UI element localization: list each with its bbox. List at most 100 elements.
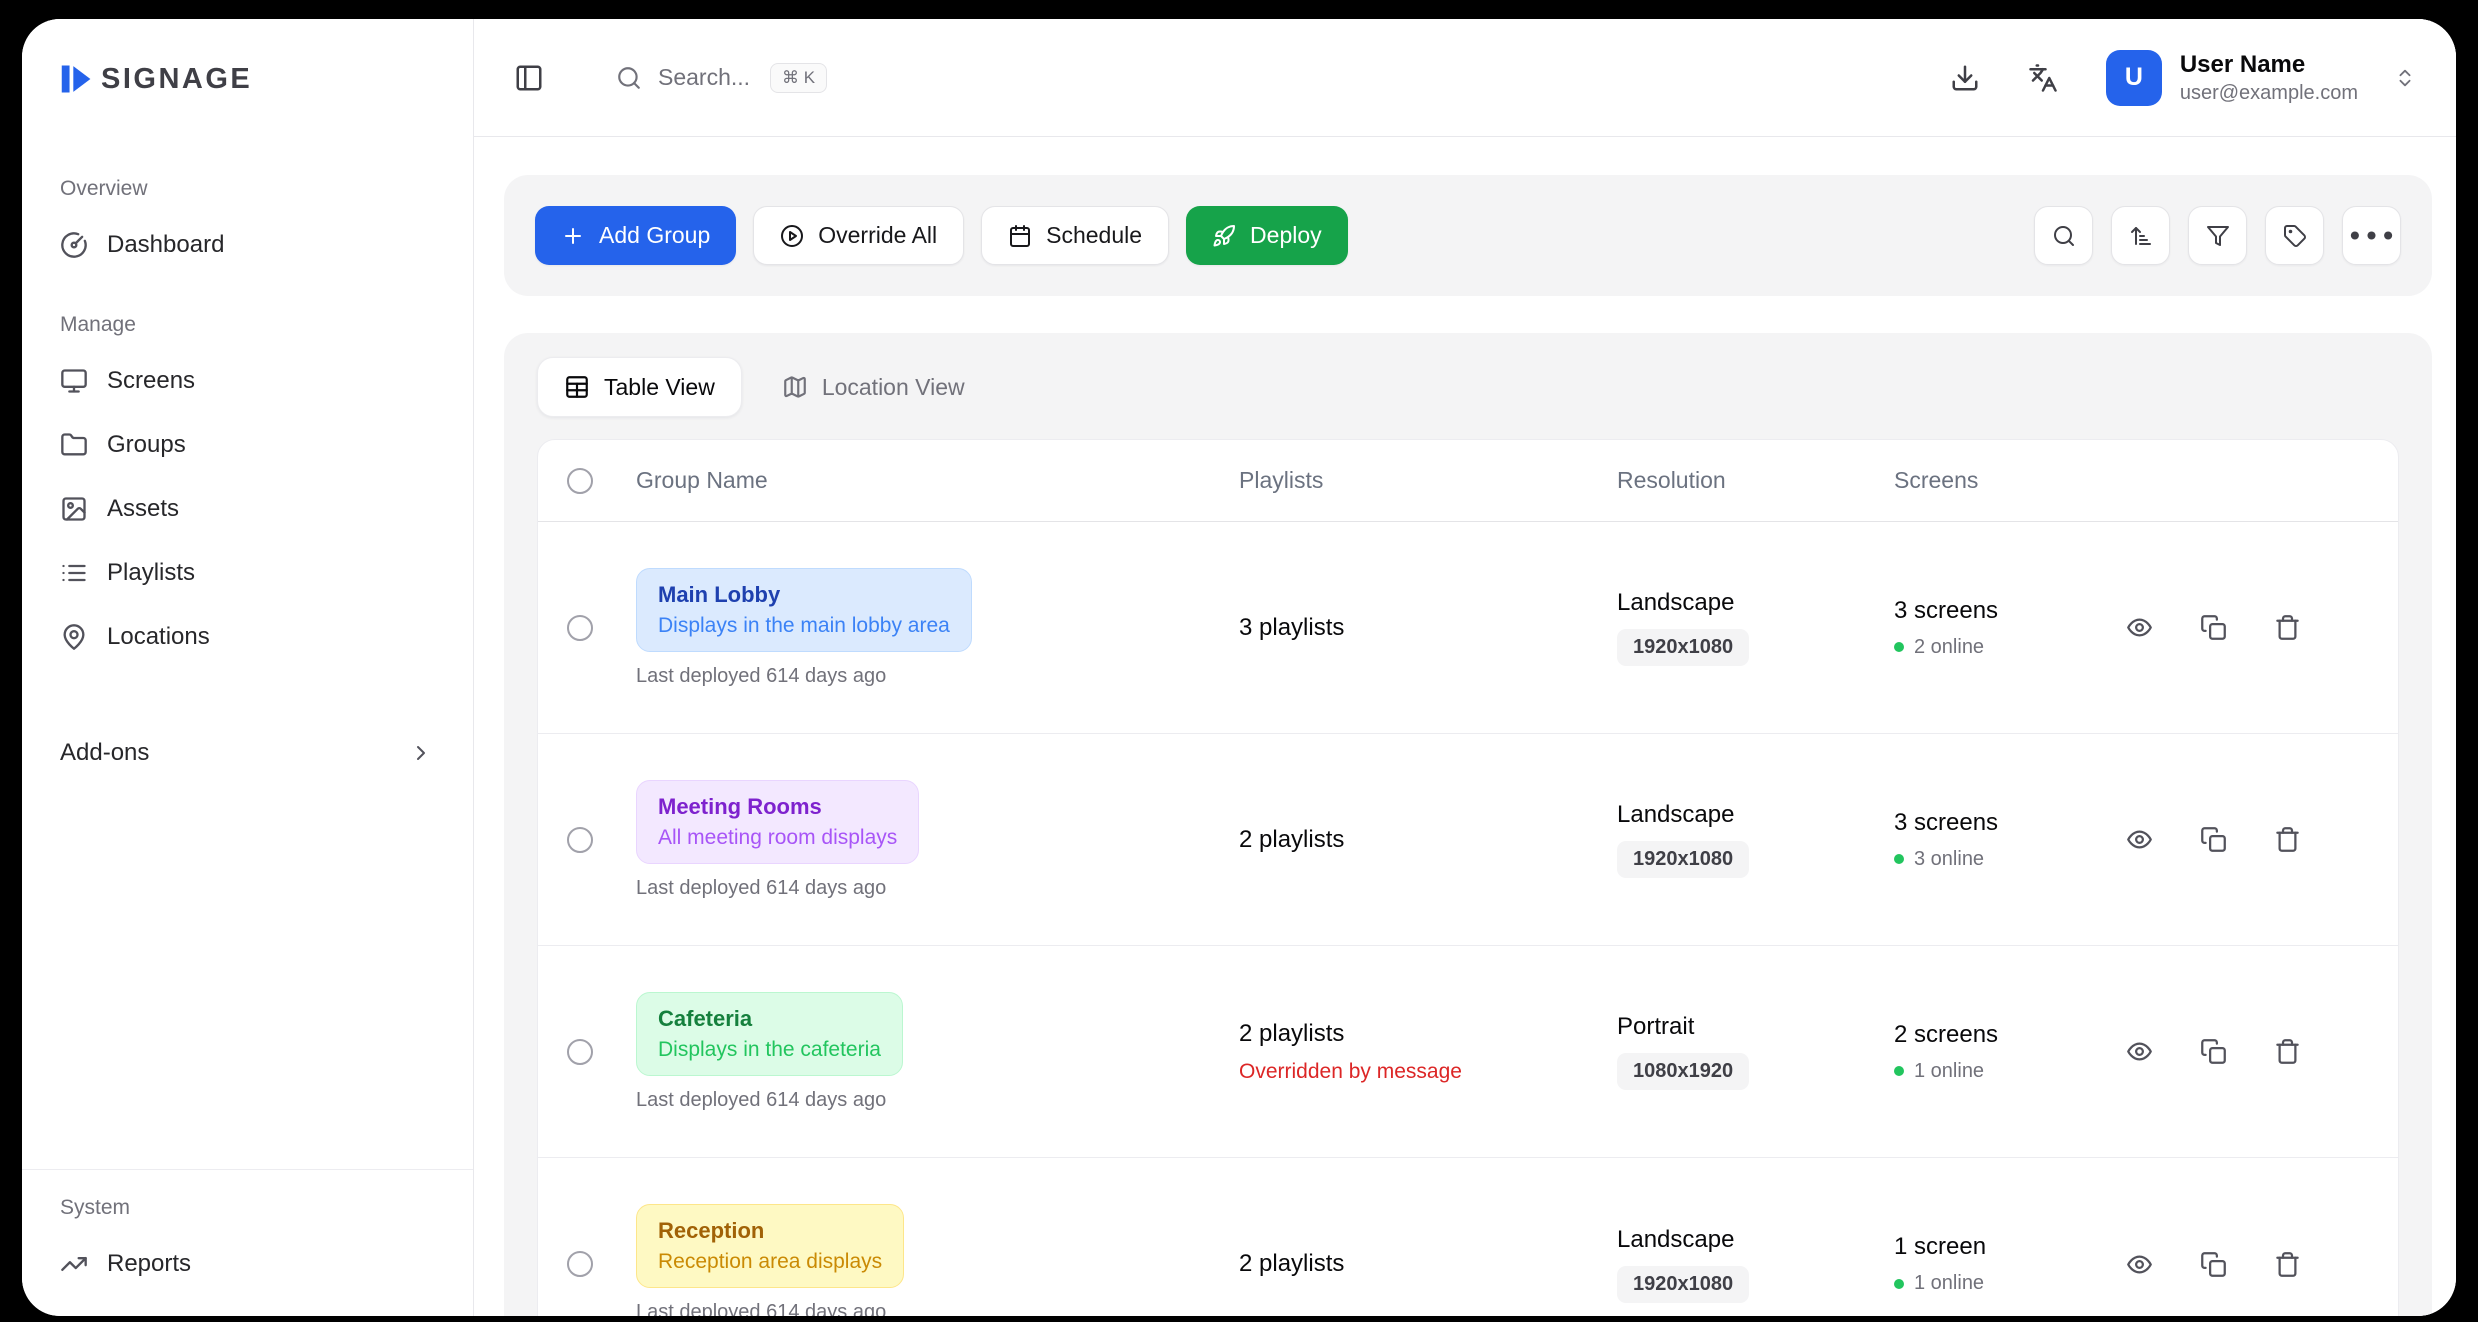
search-input[interactable]: Search... ⌘ K xyxy=(616,63,827,93)
view-button[interactable] xyxy=(2126,614,2153,641)
sidebar-item-reports[interactable]: Reports xyxy=(48,1234,447,1294)
column-screens: Screens xyxy=(1894,467,2104,494)
sidebar: SIGNAGE Overview Dashboard Manage Screen… xyxy=(22,19,474,1316)
last-deployed: Last deployed 614 days ago xyxy=(636,1301,886,1316)
avatar: U xyxy=(2106,50,2162,106)
group-badge[interactable]: Reception Reception area displays xyxy=(636,1204,904,1288)
view-button[interactable] xyxy=(2126,1251,2153,1278)
row-checkbox[interactable] xyxy=(567,827,593,853)
column-playlists: Playlists xyxy=(1239,467,1617,494)
sidebar-item-assets[interactable]: Assets xyxy=(48,479,447,539)
override-all-label: Override All xyxy=(818,222,937,249)
copy-icon xyxy=(2200,614,2227,641)
gauge-icon xyxy=(60,231,88,259)
delete-button[interactable] xyxy=(2274,1038,2301,1065)
duplicate-button[interactable] xyxy=(2200,1251,2227,1278)
table-icon xyxy=(564,374,590,400)
user-name: User Name xyxy=(2180,51,2358,79)
rocket-icon xyxy=(1212,224,1236,248)
playlists-count: 2 playlists xyxy=(1239,1020,1597,1048)
column-resolution: Resolution xyxy=(1617,467,1894,494)
more-options-button[interactable] xyxy=(2342,206,2401,265)
tab-table-view[interactable]: Table View xyxy=(537,357,742,417)
schedule-button[interactable]: Schedule xyxy=(981,206,1169,265)
delete-button[interactable] xyxy=(2274,826,2301,853)
duplicate-button[interactable] xyxy=(2200,614,2227,641)
addons-label: Add-ons xyxy=(60,739,149,767)
image-icon xyxy=(60,495,88,523)
table-row: Cafeteria Displays in the cafeteria Last… xyxy=(538,946,2398,1158)
resolution-badge: 1920x1080 xyxy=(1617,1266,1749,1303)
trash-icon xyxy=(2274,1251,2301,1278)
sidebar-item-addons[interactable]: Add-ons xyxy=(48,723,447,783)
table-search-button[interactable] xyxy=(2034,206,2093,265)
row-checkbox[interactable] xyxy=(567,615,593,641)
view-button[interactable] xyxy=(2126,1038,2153,1065)
playlists-count: 2 playlists xyxy=(1239,1250,1597,1278)
screens-count: 3 screens xyxy=(1894,597,2084,625)
group-name: Reception xyxy=(658,1218,882,1244)
section-label-overview: Overview xyxy=(48,177,447,201)
screens-count: 3 screens xyxy=(1894,809,2084,837)
online-dot xyxy=(1894,1279,1904,1289)
tags-button[interactable] xyxy=(2265,206,2324,265)
ellipsis-icon xyxy=(2343,207,2400,264)
delete-button[interactable] xyxy=(2274,614,2301,641)
section-label-manage: Manage xyxy=(48,313,447,337)
section-label-system: System xyxy=(48,1196,447,1220)
sidebar-item-label: Reports xyxy=(107,1250,191,1278)
eye-icon xyxy=(2126,1038,2153,1065)
override-all-button[interactable]: Override All xyxy=(753,206,964,265)
main-area: Search... ⌘ K U User Name user@example.c… xyxy=(474,19,2456,1316)
deploy-button[interactable]: Deploy xyxy=(1186,206,1348,265)
table-row: Main Lobby Displays in the main lobby ar… xyxy=(538,522,2398,734)
duplicate-button[interactable] xyxy=(2200,1038,2227,1065)
languages-icon xyxy=(2028,63,2058,93)
brand-logo-icon xyxy=(58,61,94,97)
group-badge[interactable]: Main Lobby Displays in the main lobby ar… xyxy=(636,568,972,652)
filter-button[interactable] xyxy=(2188,206,2247,265)
add-group-button[interactable]: Add Group xyxy=(535,206,736,265)
toolbar-actions: Add Group Override All Schedule Deploy xyxy=(535,206,1348,265)
row-checkbox[interactable] xyxy=(567,1251,593,1277)
resolution-badge: 1080x1920 xyxy=(1617,1053,1749,1090)
brand[interactable]: SIGNAGE xyxy=(48,61,447,97)
eye-icon xyxy=(2126,1251,2153,1278)
delete-button[interactable] xyxy=(2274,1251,2301,1278)
sidebar-item-locations[interactable]: Locations xyxy=(48,607,447,667)
row-checkbox[interactable] xyxy=(567,1039,593,1065)
language-button[interactable] xyxy=(2028,63,2058,93)
group-badge[interactable]: Cafeteria Displays in the cafeteria xyxy=(636,992,903,1076)
sort-ascending-icon xyxy=(2129,224,2153,248)
play-circle-icon xyxy=(780,224,804,248)
sidebar-item-groups[interactable]: Groups xyxy=(48,415,447,475)
screens-count: 2 screens xyxy=(1894,1021,2084,1049)
add-group-label: Add Group xyxy=(599,222,710,249)
view-button[interactable] xyxy=(2126,826,2153,853)
sidebar-item-dashboard[interactable]: Dashboard xyxy=(48,215,447,275)
online-status: 3 online xyxy=(1894,848,2084,871)
playlists-count: 2 playlists xyxy=(1239,826,1597,854)
playlists-count: 3 playlists xyxy=(1239,614,1597,642)
chevron-right-icon xyxy=(407,741,435,765)
online-status: 1 online xyxy=(1894,1272,2084,1295)
download-button[interactable] xyxy=(1950,63,1980,93)
group-badge[interactable]: Meeting Rooms All meeting room displays xyxy=(636,780,919,864)
toolbar-tools xyxy=(2034,206,2401,265)
sidebar-item-playlists[interactable]: Playlists xyxy=(48,543,447,603)
online-dot xyxy=(1894,642,1904,652)
user-menu-button[interactable]: U User Name user@example.com xyxy=(2106,50,2416,106)
online-status: 1 online xyxy=(1894,1060,2084,1083)
group-name: Main Lobby xyxy=(658,582,950,608)
trending-up-icon xyxy=(60,1250,88,1278)
tab-location-view[interactable]: Location View xyxy=(756,357,991,417)
tab-location-view-label: Location View xyxy=(822,374,965,401)
select-all-checkbox[interactable] xyxy=(567,468,593,494)
sort-button[interactable] xyxy=(2111,206,2170,265)
duplicate-button[interactable] xyxy=(2200,826,2227,853)
sidebar-item-screens[interactable]: Screens xyxy=(48,351,447,411)
sidebar-toggle-button[interactable] xyxy=(514,63,544,93)
sidebar-item-label: Groups xyxy=(107,431,186,459)
copy-icon xyxy=(2200,1251,2227,1278)
group-name: Meeting Rooms xyxy=(658,794,897,820)
